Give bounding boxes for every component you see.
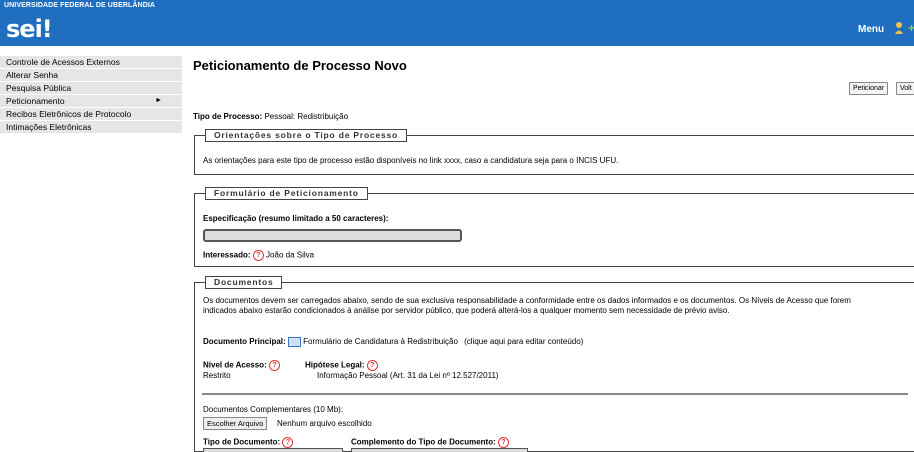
top-bar: UNIVERSIDADE FEDERAL DE UBERLÂNDIA sei! … bbox=[0, 0, 914, 46]
sidebar-item-alterar-senha[interactable]: Alterar Senha bbox=[0, 69, 182, 82]
page-title: Peticionamento de Processo Novo bbox=[193, 58, 407, 73]
menu-link[interactable]: Menu bbox=[858, 24, 884, 35]
hipotese-legal-label: Hipótese Legal: bbox=[305, 360, 365, 370]
documento-principal-label: Documento Principal: bbox=[203, 337, 286, 347]
documento-principal-hint: (clique aqui para editar conteúdo) bbox=[464, 337, 584, 347]
help-icon[interactable]: ? bbox=[282, 437, 294, 448]
tipo-documento-group: Tipo de Documento: ? bbox=[203, 437, 294, 448]
interessado-row: Interessado: ? João da Silva bbox=[203, 250, 314, 261]
user-icon[interactable] bbox=[894, 21, 904, 35]
tipo-documento-select[interactable] bbox=[203, 448, 343, 452]
documento-principal-value[interactable]: Formulário de Candidatura à Redistribuiç… bbox=[303, 337, 458, 346]
sidebar-item-recibos[interactable]: Recibos Eletrônicos de Protocolo bbox=[0, 108, 182, 121]
tipo-documento-label: Tipo de Documento: bbox=[203, 437, 281, 447]
voltar-button[interactable]: Volt bbox=[896, 82, 914, 95]
documentos-intro-line2: indicados abaixo estarão condicionados à… bbox=[203, 306, 730, 315]
documentos-fieldset: Documentos Os documentos devem ser carre… bbox=[194, 276, 914, 452]
sei-logo[interactable]: sei! bbox=[6, 15, 53, 43]
sidebar-item-label: Recibos Eletrônicos de Protocolo bbox=[6, 109, 132, 119]
tipo-processo-value: Pessoal: Redistribuição bbox=[264, 112, 349, 121]
university-name: UNIVERSIDADE FEDERAL DE UBERLÂNDIA bbox=[4, 2, 156, 9]
sidebar-item-label: Peticionamento bbox=[6, 96, 65, 106]
help-icon[interactable]: ? bbox=[366, 360, 378, 371]
chevron-right-icon: ► bbox=[155, 97, 162, 104]
orientacoes-legend: Orientações sobre o Tipo de Processo bbox=[205, 129, 408, 142]
tipo-processo: Tipo de Processo: Pessoal: Redistribuiçã… bbox=[193, 112, 348, 121]
document-icon[interactable] bbox=[287, 337, 301, 347]
complemento-label: Complemento do Tipo de Documento: bbox=[351, 437, 496, 447]
choose-file-button[interactable]: Escolher Arquivo bbox=[203, 417, 268, 430]
complementares-label: Documentos Complementares (10 Mb): bbox=[203, 405, 344, 414]
nivel-acesso-value: Restrito bbox=[203, 371, 231, 380]
orientacoes-text: As orientações para este tipo de process… bbox=[203, 156, 619, 165]
documentos-legend: Documentos bbox=[205, 276, 283, 289]
sidebar-item-controle-acessos[interactable]: Controle de Acessos Externos bbox=[0, 56, 182, 69]
sidebar-item-pesquisa-publica[interactable]: Pesquisa Pública bbox=[0, 82, 182, 95]
help-icon[interactable]: ? bbox=[268, 360, 280, 371]
hipotese-legal-group: Hipótese Legal: ? bbox=[305, 360, 378, 371]
interessado-label: Interessado: bbox=[203, 250, 251, 260]
sidebar-item-label: Pesquisa Pública bbox=[6, 83, 72, 93]
sidebar: Controle de Acessos Externos Alterar Sen… bbox=[0, 56, 182, 134]
sidebar-item-intimacoes[interactable]: Intimações Eletrônicas bbox=[0, 121, 182, 134]
file-status: Nenhum arquivo escolhido bbox=[277, 419, 372, 428]
tipo-processo-label: Tipo de Processo: bbox=[193, 112, 263, 121]
especificacao-label: Especificação (resumo limitado a 50 cara… bbox=[203, 214, 389, 223]
orientacoes-fieldset: Orientações sobre o Tipo de Processo As … bbox=[194, 129, 914, 175]
hipotese-legal-value: Informação Pessoal (Art. 31 da Lei nº 12… bbox=[317, 371, 499, 380]
documentos-intro-line1: Os documentos devem ser carregados abaix… bbox=[203, 296, 851, 305]
formulario-legend: Formulário de Peticionamento bbox=[205, 187, 368, 200]
formulario-fieldset: Formulário de Peticionamento Especificaç… bbox=[194, 187, 914, 267]
help-icon[interactable]: ? bbox=[497, 437, 509, 448]
divider bbox=[202, 393, 908, 395]
complemento-input[interactable] bbox=[351, 448, 528, 452]
plus-icon[interactable]: + bbox=[908, 21, 914, 35]
interessado-value: João da Silva bbox=[266, 250, 315, 260]
peticionar-button[interactable]: Peticionar bbox=[849, 82, 889, 95]
sidebar-item-label: Alterar Senha bbox=[6, 70, 58, 80]
documento-principal-row: Documento Principal: Formulário de Candi… bbox=[203, 337, 583, 347]
sidebar-item-peticionamento[interactable]: Peticionamento ► bbox=[0, 95, 182, 108]
nivel-acesso-group: Nível de Acesso: ? bbox=[203, 360, 280, 371]
especificacao-input[interactable] bbox=[203, 229, 462, 242]
help-icon[interactable]: ? bbox=[252, 250, 264, 261]
nivel-acesso-label: Nível de Acesso: bbox=[203, 360, 267, 370]
sidebar-item-label: Intimações Eletrônicas bbox=[6, 122, 92, 132]
complemento-group: Complemento do Tipo de Documento: ? bbox=[351, 437, 509, 448]
sidebar-item-label: Controle de Acessos Externos bbox=[6, 57, 120, 67]
